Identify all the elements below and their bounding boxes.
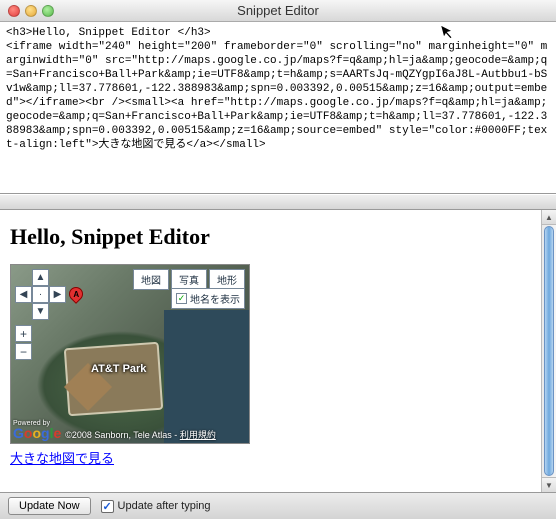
map-marker[interactable]: A	[69, 287, 83, 309]
map-terms-link[interactable]: 利用規約	[180, 430, 216, 440]
map-pan-control: ▲ ◀ · ▶ ▼	[15, 269, 66, 320]
map-zoom-control: + −	[15, 325, 32, 361]
view-larger-map-link[interactable]: 大きな地図で見る	[10, 448, 114, 467]
scroll-down-button[interactable]: ▼	[542, 477, 556, 492]
source-code-editor[interactable]: <h3>Hello, Snippet Editor </h3> <iframe …	[0, 22, 556, 194]
google-logo: Google	[13, 425, 61, 441]
close-window-button[interactable]	[8, 5, 20, 17]
minimize-window-button[interactable]	[25, 5, 37, 17]
bottom-toolbar: Update Now ✓ Update after typing	[0, 492, 556, 519]
update-now-button[interactable]: Update Now	[8, 497, 91, 515]
preview-pane: Hello, Snippet Editor AT&T Park ▲ ◀ · ▶ …	[0, 210, 541, 492]
map-tab-terrain[interactable]: 地形	[209, 269, 245, 290]
pan-left-button[interactable]: ◀	[15, 286, 32, 303]
map-tab-satellite[interactable]: 写真	[171, 269, 207, 290]
window-titlebar: Snippet Editor	[0, 0, 556, 22]
map-labels-checkbox[interactable]: ✓	[176, 293, 187, 304]
scroll-up-button[interactable]: ▲	[542, 210, 556, 225]
update-after-typing-label: Update after typing	[118, 500, 211, 512]
window-title: Snippet Editor	[0, 3, 556, 18]
map-marker-letter: A	[73, 290, 79, 299]
map-attribution: Google ©2008 Sanborn, Tele Atlas - 利用規約	[13, 425, 216, 441]
map-place-label: AT&T Park	[91, 363, 146, 375]
map-water	[164, 310, 249, 443]
map-embed[interactable]: AT&T Park ▲ ◀ · ▶ ▼ + − A 地図 写真	[10, 264, 250, 444]
map-labels-text: 地名を表示	[190, 291, 240, 306]
scroll-thumb[interactable]	[544, 226, 554, 476]
pan-up-button[interactable]: ▲	[32, 269, 49, 286]
pan-right-button[interactable]: ▶	[49, 286, 66, 303]
preview-scrollbar[interactable]: ▲ ▼	[541, 210, 556, 492]
pane-divider[interactable]	[0, 194, 556, 210]
preview-heading: Hello, Snippet Editor	[10, 224, 531, 250]
map-labels-toggle[interactable]: ✓ 地名を表示	[171, 288, 245, 309]
pan-center-button[interactable]: ·	[32, 286, 49, 303]
zoom-window-button[interactable]	[42, 5, 54, 17]
update-after-typing-checkbox[interactable]: ✓	[101, 500, 114, 513]
map-tab-map[interactable]: 地図	[133, 269, 169, 290]
map-copyright: ©2008 Sanborn, Tele Atlas -	[65, 430, 180, 440]
map-type-tabs: 地図 写真 地形	[133, 269, 245, 290]
zoom-in-button[interactable]: +	[15, 325, 32, 342]
update-after-typing-toggle[interactable]: ✓ Update after typing	[101, 500, 211, 513]
pan-down-button[interactable]: ▼	[32, 303, 49, 320]
zoom-out-button[interactable]: −	[15, 343, 32, 360]
